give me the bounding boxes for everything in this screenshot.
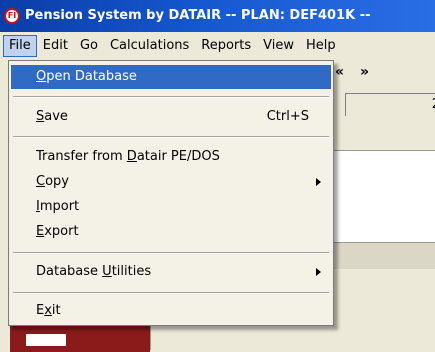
sidebar-button-label — [26, 334, 66, 346]
tab-2[interactable]: 2 — [345, 93, 435, 116]
menu-file[interactable]: File — [3, 35, 37, 57]
menu-separator — [13, 96, 329, 98]
menu-help[interactable]: Help — [300, 35, 342, 57]
menu-item-save[interactable]: Save Ctrl+S — [11, 105, 331, 129]
shortcut-label: Ctrl+S — [266, 109, 309, 124]
menu-reports[interactable]: Reports — [195, 35, 257, 57]
nav-prev-button[interactable]: « — [335, 64, 346, 80]
menu-item-open-database[interactable]: Open Database — [11, 65, 331, 89]
menu-separator — [13, 292, 329, 294]
menu-separator — [13, 136, 329, 138]
nav-next-button[interactable]: » — [360, 64, 371, 80]
submenu-arrow-icon — [316, 178, 321, 186]
menu-item-transfer[interactable]: Transfer from Datair PE/DOS — [11, 145, 331, 169]
menu-view[interactable]: View — [257, 35, 300, 57]
menu-bar: File Edit Go Calculations Reports View H… — [0, 34, 435, 58]
menu-item-database-utilities[interactable]: Database Utilities — [11, 260, 331, 284]
menu-calculations[interactable]: Calculations — [104, 35, 195, 57]
app-icon: FI — [4, 8, 20, 24]
menu-go[interactable]: Go — [74, 35, 104, 57]
window-title: Pension System by DATAIR -- PLAN: DEF401… — [25, 8, 371, 23]
menu-item-export[interactable]: Export — [11, 220, 331, 244]
menu-item-exit[interactable]: Exit — [11, 299, 331, 323]
submenu-arrow-icon — [316, 268, 321, 276]
file-menu-dropdown: Open Database Save Ctrl+S Transfer from … — [8, 60, 334, 326]
menu-item-import[interactable]: Import — [11, 195, 331, 219]
menu-item-copy[interactable]: Copy — [11, 170, 331, 194]
menu-separator — [13, 252, 329, 254]
nav-buttons: «» — [335, 64, 385, 80]
title-bar: FI Pension System by DATAIR -- PLAN: DEF… — [0, 0, 435, 32]
menu-edit[interactable]: Edit — [37, 35, 74, 57]
tab-strip: 2 — [335, 93, 435, 117]
